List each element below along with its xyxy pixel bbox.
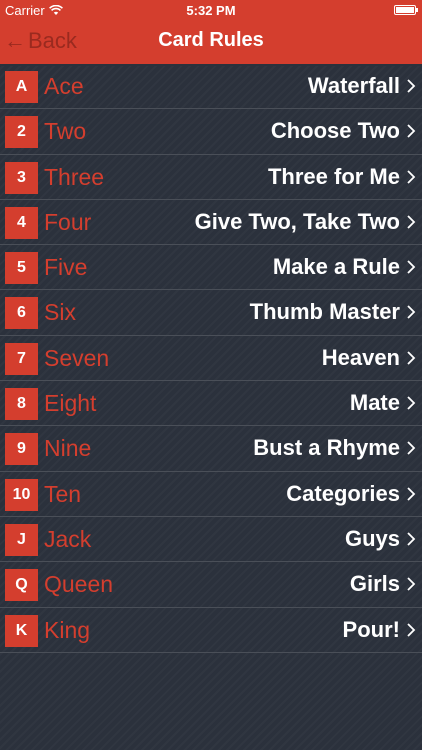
card-row-two[interactable]: 2 Two Choose Two bbox=[0, 109, 422, 155]
card-rule: Thumb Master bbox=[249, 299, 400, 325]
card-row-three[interactable]: 3 Three Three for Me bbox=[0, 155, 422, 200]
card-badge: 6 bbox=[5, 297, 38, 330]
chevron-right-icon bbox=[407, 260, 416, 274]
card-name: Nine bbox=[44, 435, 92, 462]
card-row-four[interactable]: 4 Four Give Two, Take Two bbox=[0, 200, 422, 246]
chevron-right-icon bbox=[407, 124, 416, 138]
card-badge: 8 bbox=[5, 388, 38, 421]
navigation-bar: ← Back Card Rules bbox=[0, 20, 422, 66]
card-rule: Bust a Rhyme bbox=[253, 435, 400, 461]
chevron-right-icon bbox=[407, 532, 416, 546]
card-name: Six bbox=[44, 299, 76, 326]
page-title: Card Rules bbox=[158, 29, 264, 51]
card-row-eight[interactable]: 8 Eight Mate bbox=[0, 381, 422, 427]
card-rule: Pour! bbox=[342, 616, 400, 642]
card-badge: K bbox=[5, 614, 38, 647]
chevron-right-icon bbox=[407, 351, 416, 365]
card-badge: 2 bbox=[5, 116, 38, 149]
chevron-right-icon bbox=[407, 487, 416, 501]
card-row-seven[interactable]: 7 Seven Heaven bbox=[0, 336, 422, 382]
card-row-five[interactable]: 5 Five Make a Rule bbox=[0, 245, 422, 291]
card-badge: 10 bbox=[5, 478, 38, 511]
card-row-queen[interactable]: Q Queen Girls bbox=[0, 562, 422, 608]
card-rule: Guys bbox=[344, 525, 400, 551]
card-rule: Mate bbox=[349, 390, 400, 416]
card-row-ten[interactable]: 10 Ten Categories bbox=[0, 472, 422, 517]
card-row-king[interactable]: K King Pour! bbox=[0, 608, 422, 653]
battery-icon bbox=[394, 5, 418, 15]
chevron-right-icon bbox=[407, 396, 416, 410]
card-row-six[interactable]: 6 Six Thumb Master bbox=[0, 290, 422, 336]
card-name: Two bbox=[44, 118, 87, 145]
card-name: Seven bbox=[44, 344, 110, 371]
card-badge: A bbox=[5, 71, 38, 103]
card-rule: Make a Rule bbox=[272, 254, 400, 280]
card-rule: Give Two, Take Two bbox=[194, 208, 400, 234]
card-row-jack[interactable]: J Jack Guys bbox=[0, 517, 422, 563]
chevron-right-icon bbox=[407, 622, 416, 637]
chevron-right-icon bbox=[407, 169, 416, 184]
status-time: 5:32 PM bbox=[186, 3, 236, 18]
status-bar: Carrier 5:32 PM bbox=[0, 0, 422, 20]
card-name: Five bbox=[44, 254, 88, 281]
card-name: Four bbox=[44, 208, 92, 235]
card-row-nine[interactable]: 9 Nine Bust a Rhyme bbox=[0, 426, 422, 472]
card-name: King bbox=[44, 616, 91, 643]
card-rule: Heaven bbox=[321, 344, 400, 370]
chevron-right-icon bbox=[407, 441, 416, 456]
card-rule: Girls bbox=[349, 571, 400, 597]
card-row-ace[interactable]: A Ace Waterfall bbox=[0, 64, 422, 110]
card-name: Ace bbox=[44, 73, 84, 99]
chevron-right-icon bbox=[407, 305, 416, 320]
card-badge: 4 bbox=[5, 206, 38, 239]
card-badge: Q bbox=[5, 569, 38, 602]
card-name: Queen bbox=[44, 571, 114, 598]
card-name: Ten bbox=[44, 480, 82, 507]
card-rule: Choose Two bbox=[270, 118, 400, 144]
chevron-right-icon bbox=[407, 577, 416, 591]
card-rule: Three for Me bbox=[267, 163, 400, 189]
card-rule: Categories bbox=[286, 480, 400, 506]
card-badge: 7 bbox=[5, 342, 38, 375]
card-name: Three bbox=[44, 163, 105, 190]
card-name: Jack bbox=[44, 525, 92, 552]
card-badge: 5 bbox=[5, 252, 38, 285]
card-name: Eight bbox=[44, 390, 97, 417]
card-badge: 3 bbox=[5, 161, 38, 194]
card-badge: J bbox=[5, 523, 38, 556]
card-rule: Waterfall bbox=[307, 73, 400, 98]
chevron-right-icon bbox=[407, 79, 416, 93]
card-badge: 9 bbox=[5, 433, 38, 466]
card-rules-list: A Ace Waterfall 2 Two Choose Two 3 Three… bbox=[0, 64, 422, 653]
chevron-right-icon bbox=[407, 215, 416, 229]
